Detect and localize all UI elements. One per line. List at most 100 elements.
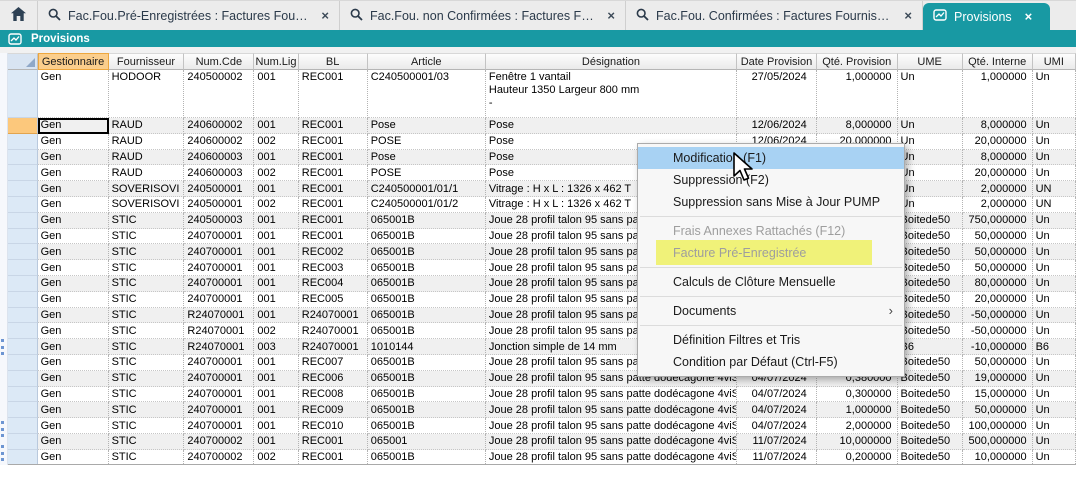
cell-num-lig[interactable]: 001 [254,244,298,260]
row-selector[interactable] [8,339,38,355]
cell-fournisseur[interactable]: STIC [109,292,185,308]
cell-bl[interactable]: R24070001 [299,308,368,324]
cell-qte-interne[interactable]: 8,000000 [963,118,1033,134]
tab-close-icon[interactable]: × [607,8,615,23]
cell-qte-interne[interactable]: -10,000000 [963,339,1033,355]
column-header-fournisseur[interactable]: Fournisseur [109,53,185,70]
row-selector[interactable] [8,418,38,434]
cell-ume[interactable]: Boitede50 [898,260,963,276]
cell-ume[interactable]: Boitede50 [898,308,963,324]
cell-bl[interactable]: REC001 [299,434,368,450]
row-selector[interactable] [8,292,38,308]
cell-umi[interactable]: Un [1033,276,1076,292]
cell-fournisseur[interactable]: RAUD [109,118,185,134]
cell-qte-interne[interactable]: 50,000000 [963,260,1033,276]
cell-qte-interne[interactable]: 8,000000 [963,150,1033,166]
cell-ume[interactable]: Boitede50 [898,418,963,434]
cell-qte-provision[interactable]: 10,000000 [817,434,898,450]
cell-fournisseur[interactable]: STIC [109,371,185,387]
cell-bl[interactable]: REC001 [299,181,368,197]
cell-bl[interactable]: REC010 [299,418,368,434]
tab-provisions-active[interactable]: Provisions× [923,3,1050,30]
column-header-designation[interactable]: Désignation [486,53,737,70]
cell-article[interactable]: 065001B [368,371,486,387]
row-selector[interactable] [8,244,38,260]
cell-qte-interne[interactable]: 1,000000 [963,70,1033,118]
cell-num-lig[interactable]: 001 [254,260,298,276]
cell-gestionnaire[interactable]: Gen [38,355,109,371]
cell-num-lig[interactable]: 003 [254,339,298,355]
cell-date-provision[interactable]: 27/05/2024 [737,70,817,118]
cell-ume[interactable]: Boitede50 [898,323,963,339]
cell-num-lig[interactable]: 002 [254,323,298,339]
cell-num-lig[interactable]: 002 [254,134,298,150]
cell-bl[interactable]: REC006 [299,371,368,387]
cell-fournisseur[interactable]: STIC [109,244,185,260]
cell-ume[interactable]: Boitede50 [898,213,963,229]
cell-num-lig[interactable]: 001 [254,276,298,292]
cell-gestionnaire[interactable]: Gen [38,181,109,197]
cell-gestionnaire[interactable]: Gen [38,292,109,308]
cell-fournisseur[interactable]: SOVERISOVI [109,181,185,197]
cell-qte-provision[interactable]: 1,000000 [817,70,898,118]
column-header-num-cde[interactable]: Num.Cde [184,53,254,70]
cell-umi[interactable]: Un [1033,70,1076,118]
cell-fournisseur[interactable]: STIC [109,387,185,403]
row-selector[interactable] [8,229,38,245]
cell-fournisseur[interactable]: STIC [109,418,185,434]
row-selector[interactable] [8,355,38,371]
cell-umi[interactable]: Un [1033,308,1076,324]
row-selector[interactable] [8,323,38,339]
cell-gestionnaire[interactable]: Gen [38,134,109,150]
cell-article[interactable]: 065001B [368,244,486,260]
cell-gestionnaire[interactable]: Gen [38,339,109,355]
cell-bl[interactable]: REC001 [299,134,368,150]
menu-item-documents[interactable]: Documents› [638,300,904,322]
cell-bl[interactable]: R24070001 [299,323,368,339]
cell-umi[interactable]: Un [1033,260,1076,276]
cell-bl[interactable]: R24070001 [299,339,368,355]
cell-num-cde[interactable]: 240600002 [184,118,254,134]
cell-fournisseur[interactable]: STIC [109,402,185,418]
cell-umi[interactable]: Un [1033,450,1076,465]
cell-umi[interactable]: B6 [1033,339,1076,355]
cell-qte-interne[interactable]: -50,000000 [963,308,1033,324]
cell-article[interactable]: 065001 [368,434,486,450]
cell-qte-interne[interactable]: 100,000000 [963,418,1033,434]
cell-umi[interactable]: UN [1033,181,1076,197]
menu-item-suppression-f2[interactable]: Suppression (F2) [638,169,904,191]
cell-bl[interactable]: REC007 [299,355,368,371]
cell-article[interactable]: 065001B [368,229,486,245]
cell-gestionnaire[interactable]: Gen [38,387,109,403]
cell-designation[interactable]: Joue 28 profil talon 95 sans patte dodéc… [486,418,737,434]
cell-num-lig[interactable]: 001 [254,292,298,308]
cell-ume[interactable]: Boitede50 [898,387,963,403]
cell-num-lig[interactable]: 002 [254,197,298,213]
cell-bl[interactable]: REC001 [299,213,368,229]
cell-article[interactable]: Pose [368,118,486,134]
cell-article[interactable]: 065001B [368,276,486,292]
row-selector[interactable] [8,434,38,450]
cell-article[interactable]: C240500001/01/1 [368,181,486,197]
cell-num-cde[interactable]: R24070001 [184,339,254,355]
column-header-bl[interactable]: BL [299,53,368,70]
cell-designation[interactable]: Joue 28 profil talon 95 sans patte dodéc… [486,450,737,465]
cell-fournisseur[interactable]: STIC [109,323,185,339]
column-header-qte-interne[interactable]: Qté. Interne [963,53,1033,70]
cell-num-cde[interactable]: 240700001 [184,260,254,276]
row-selector[interactable] [8,450,38,465]
cell-date-provision[interactable]: 11/07/2024 [737,434,817,450]
cell-umi[interactable]: Un [1033,229,1076,245]
cell-num-lig[interactable]: 001 [254,118,298,134]
cell-article[interactable]: 065001B [368,292,486,308]
cell-num-cde[interactable]: 240700001 [184,229,254,245]
cell-bl[interactable]: REC009 [299,402,368,418]
cell-article[interactable]: 065001B [368,387,486,403]
cell-qte-interne[interactable]: 10,000000 [963,450,1033,465]
cell-qte-interne[interactable]: 20,000000 [963,165,1033,181]
cell-num-cde[interactable]: 240700002 [184,434,254,450]
row-selector[interactable] [8,276,38,292]
cell-num-cde[interactable]: 240600003 [184,150,254,166]
cell-article[interactable]: C240500001/01/2 [368,197,486,213]
cell-fournisseur[interactable]: STIC [109,355,185,371]
